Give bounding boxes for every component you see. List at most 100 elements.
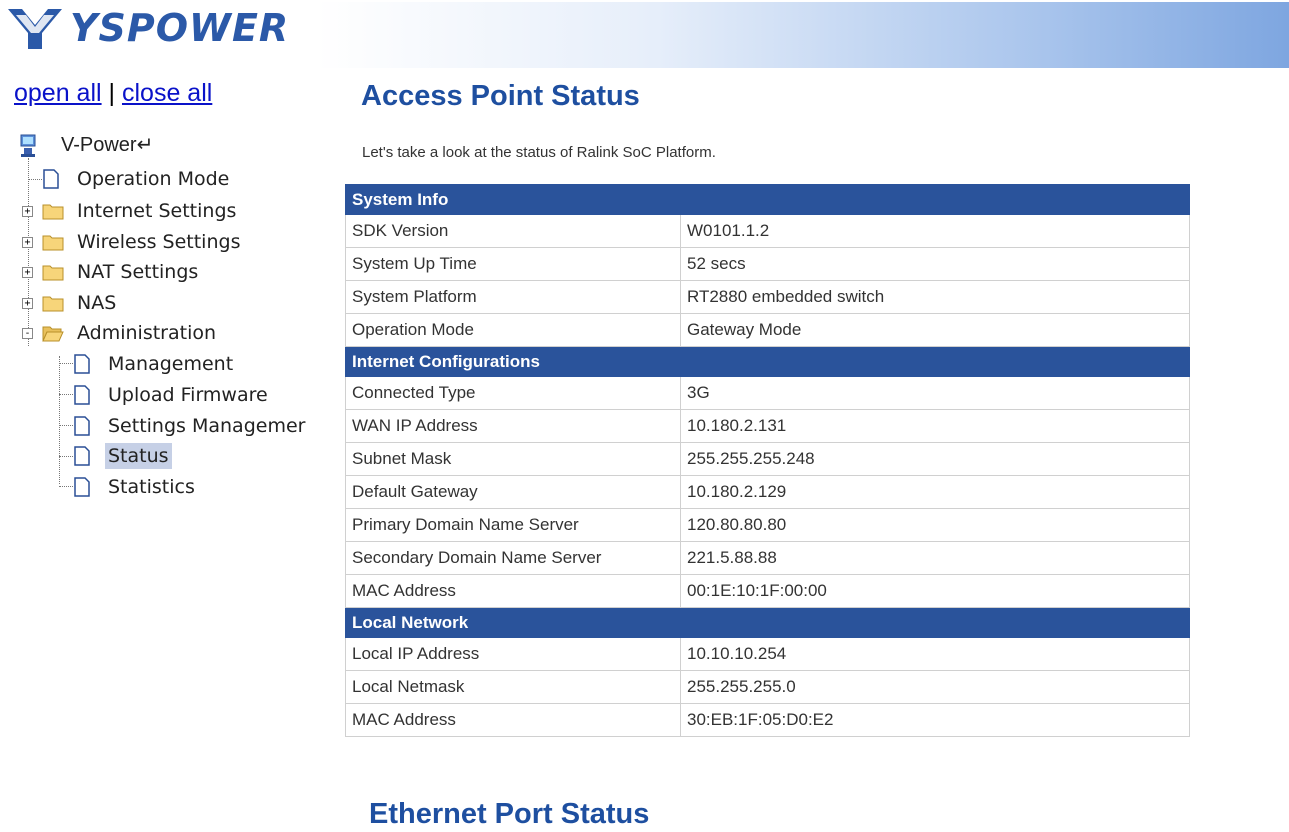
nav-item-wireless-settings[interactable]: Wireless Settings [42, 229, 243, 255]
nav-item-label: Statistics [108, 476, 195, 498]
folder-icon [42, 235, 64, 251]
tree-connector [59, 456, 73, 457]
collapse-icon[interactable]: - [22, 328, 33, 339]
intro-text: Let's take a look at the status of Ralin… [362, 144, 716, 161]
row-value: 10.10.10.254 [680, 637, 1190, 671]
row-value: 120.80.80.80 [680, 508, 1190, 542]
row-key: Local IP Address [345, 637, 681, 671]
table-row: System Platform RT2880 embedded switch [345, 280, 1190, 314]
tree-connector [59, 486, 73, 487]
row-key: SDK Version [345, 214, 681, 248]
table-row: WAN IP Address 10.180.2.131 [345, 409, 1190, 443]
table-row: Primary Domain Name Server 120.80.80.80 [345, 508, 1190, 542]
section-header-row: Local Network [345, 607, 1190, 638]
table-row: SDK Version W0101.1.2 [345, 214, 1190, 248]
tree-connector [28, 179, 42, 180]
nav-item-label: Settings Managemer [108, 415, 306, 437]
row-key: MAC Address [345, 703, 681, 737]
nav-item-status[interactable]: Status [73, 443, 172, 469]
table-row: Local Netmask 255.255.255.0 [345, 670, 1190, 704]
nav-item-settings-management[interactable]: Settings Managemer [73, 413, 308, 439]
folder-icon [42, 265, 64, 281]
row-value: 3G [680, 376, 1190, 410]
table-row: Subnet Mask 255.255.255.248 [345, 442, 1190, 476]
row-key: Secondary Domain Name Server [345, 541, 681, 575]
row-key: WAN IP Address [345, 409, 681, 443]
nav-item-label: Administration [77, 322, 217, 344]
expand-icon[interactable]: + [22, 206, 33, 217]
nav-item-statistics[interactable]: Statistics [73, 474, 198, 500]
header: YSPOWER [0, 0, 1289, 70]
row-value: 255.255.255.248 [680, 442, 1190, 476]
nav-item-label: Internet Settings [77, 200, 237, 222]
computer-icon [20, 134, 36, 157]
row-value: 221.5.88.88 [680, 541, 1190, 575]
section-header-row: System Info [345, 184, 1190, 215]
table-row: Default Gateway 10.180.2.129 [345, 475, 1190, 509]
page-icon [74, 416, 90, 436]
nav-item-label: NAT Settings [77, 261, 199, 283]
row-value: 30:EB:1F:05:D0:E2 [680, 703, 1190, 737]
row-value: W0101.1.2 [680, 214, 1190, 248]
nav-item-nas[interactable]: NAS [42, 290, 119, 316]
page-title: Access Point Status [361, 80, 640, 112]
logo: YSPOWER [6, 0, 306, 56]
tree-controls: open all | close all [14, 76, 212, 110]
nav-item-upload-firmware[interactable]: Upload Firmware [73, 382, 271, 408]
row-value: RT2880 embedded switch [680, 280, 1190, 314]
row-value: Gateway Mode [680, 313, 1190, 347]
link-separator: | [108, 79, 116, 107]
table-row: Secondary Domain Name Server 221.5.88.88 [345, 541, 1190, 575]
row-key: Default Gateway [345, 475, 681, 509]
status-table: System Info SDK Version W0101.1.2 System… [345, 184, 1190, 737]
folder-open-icon [42, 326, 64, 342]
nav-item-operation-mode[interactable]: Operation Mode [42, 166, 232, 192]
section-heading: System Info [345, 184, 1190, 215]
row-key: System Platform [345, 280, 681, 314]
open-all-link[interactable]: open all [14, 79, 102, 107]
row-key: Local Netmask [345, 670, 681, 704]
tree-connector [59, 363, 73, 364]
row-value: 52 secs [680, 247, 1190, 281]
row-key: Subnet Mask [345, 442, 681, 476]
page-icon [74, 446, 90, 466]
folder-icon [42, 204, 64, 220]
page-icon [74, 385, 90, 405]
nav-item-administration[interactable]: Administration [42, 320, 219, 346]
nav-item-label: Wireless Settings [77, 231, 241, 253]
table-row: Operation Mode Gateway Mode [345, 313, 1190, 347]
expand-icon[interactable]: + [22, 237, 33, 248]
section-heading: Internet Configurations [345, 346, 1190, 377]
row-key: System Up Time [345, 247, 681, 281]
page-icon [74, 477, 90, 497]
tree-connector [28, 158, 29, 346]
table-row: System Up Time 52 secs [345, 247, 1190, 281]
nav-item-management[interactable]: Management [73, 351, 236, 377]
nav-tree: V-Power↵ Operation Mode + Internet Setti… [0, 126, 320, 506]
section-header-row: Internet Configurations [345, 346, 1190, 377]
nav-item-label-selected: Status [105, 443, 172, 469]
page-icon [43, 169, 59, 189]
row-value: 10.180.2.131 [680, 409, 1190, 443]
tree-connector [59, 394, 73, 395]
tree-root[interactable]: V-Power↵ [18, 132, 156, 158]
tree-root-label: V-Power↵ [61, 134, 154, 156]
header-banner [316, 2, 1289, 68]
section-heading: Local Network [345, 607, 1190, 638]
page-icon [74, 354, 90, 374]
close-all-link[interactable]: close all [122, 79, 212, 107]
table-row: Local IP Address 10.10.10.254 [345, 637, 1190, 671]
ethernet-port-status-title: Ethernet Port Status [369, 798, 650, 830]
row-key: Connected Type [345, 376, 681, 410]
nav-item-label: Management [108, 353, 234, 375]
row-key: Operation Mode [345, 313, 681, 347]
expand-icon[interactable]: + [22, 267, 33, 278]
nav-item-label: Upload Firmware [108, 384, 268, 406]
tree-connector [59, 356, 60, 484]
tree-connector [59, 425, 73, 426]
nav-item-internet-settings[interactable]: Internet Settings [42, 198, 239, 224]
row-value: 00:1E:10:1F:00:00 [680, 574, 1190, 608]
nav-item-nat-settings[interactable]: NAT Settings [42, 259, 201, 285]
expand-icon[interactable]: + [22, 298, 33, 309]
nav-item-label: Operation Mode [77, 168, 230, 190]
